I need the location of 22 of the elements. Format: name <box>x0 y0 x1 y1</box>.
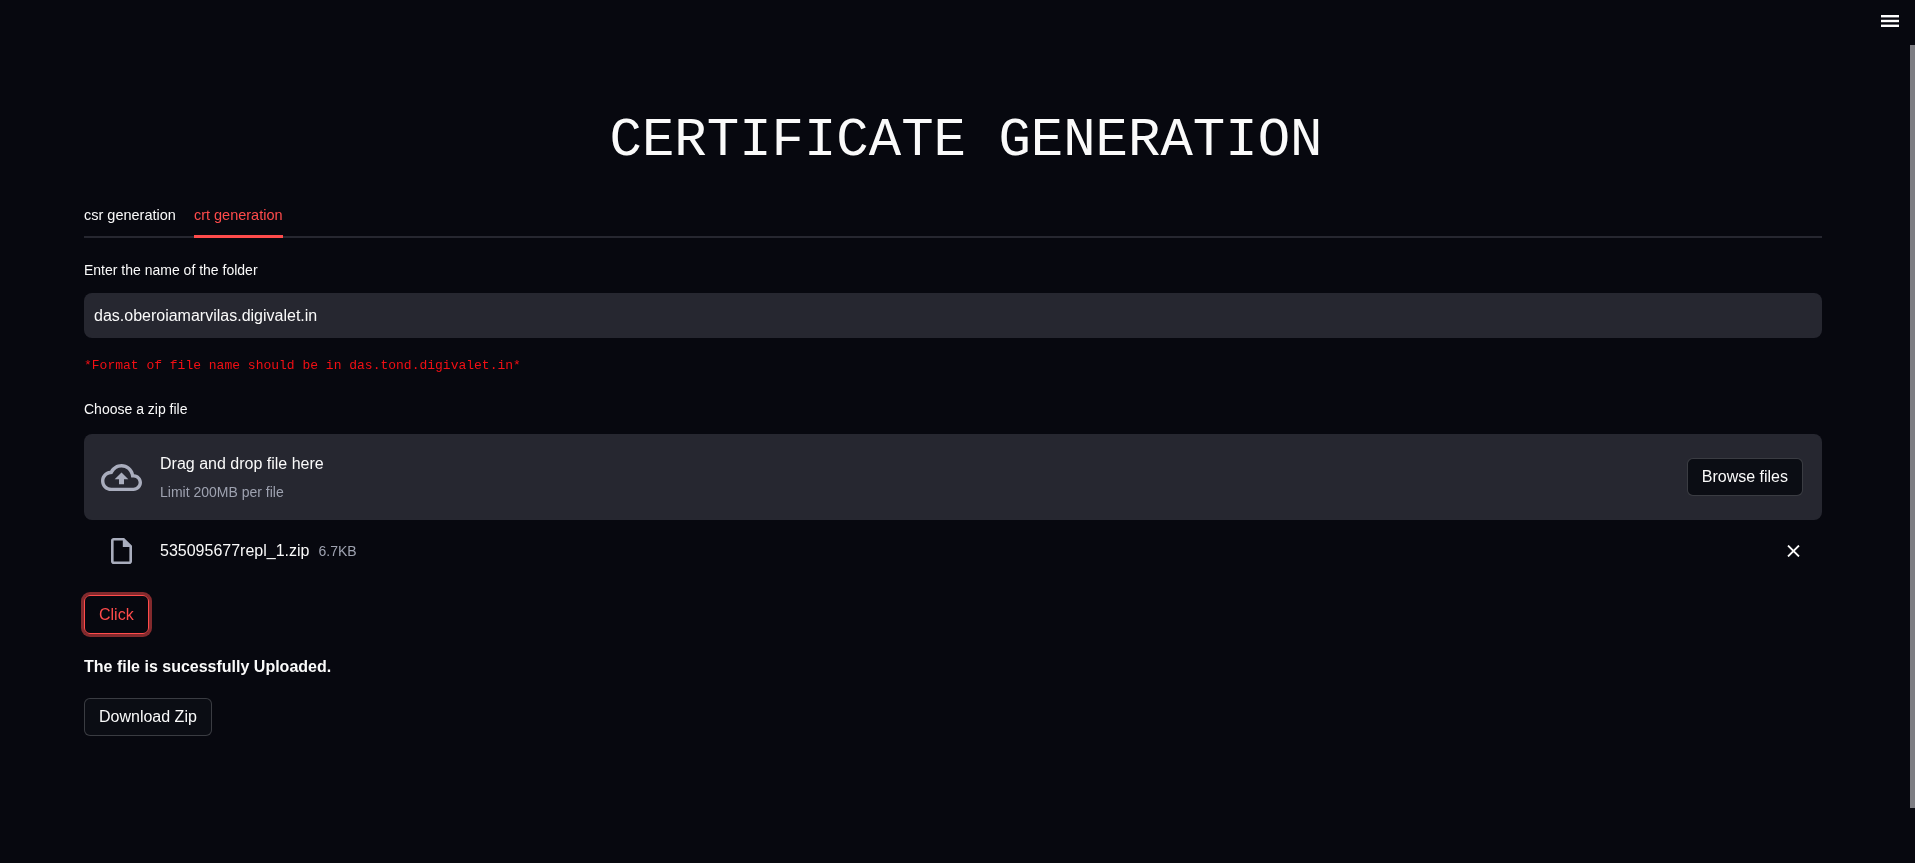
scrollbar[interactable] <box>1910 45 1915 808</box>
browse-files-button[interactable]: Browse files <box>1686 458 1803 496</box>
tab[interactable]: csr generation <box>84 192 176 238</box>
tab[interactable]: crt generation <box>193 192 283 238</box>
download-zip-button[interactable]: Download Zip <box>84 698 212 736</box>
format-hint: *Format of file name should be in das.tond.digivalet.in* <box>84 357 521 375</box>
file-size-limit: Limit 200MB per file <box>160 482 284 502</box>
dropzone-instructions: Drag and drop file here <box>160 453 324 474</box>
menu-icon[interactable] <box>1881 15 1899 27</box>
status-message: The file is sucessfully Uploaded. <box>84 657 332 677</box>
cloud-upload-icon <box>101 463 142 491</box>
file-size: 6.7KB <box>318 542 357 561</box>
file-dropzone[interactable]: Drag and drop file here Limit 200MB per file Browse files <box>84 434 1822 520</box>
file-name: 535095677repl_1.zip <box>160 541 310 561</box>
field-label: Choose a zip file <box>84 400 188 419</box>
field-label: Enter the name of the folder <box>84 261 258 280</box>
close-icon <box>1787 545 1800 557</box>
remove-file-button[interactable] <box>1787 545 1800 557</box>
folder-name-input[interactable]: das.oberoiamarvilas.digivalet.in <box>84 293 1822 338</box>
click-button[interactable]: Click <box>84 595 149 634</box>
page-title: CERTIFICATE GENERATION <box>608 109 1324 173</box>
file-icon <box>111 538 132 564</box>
